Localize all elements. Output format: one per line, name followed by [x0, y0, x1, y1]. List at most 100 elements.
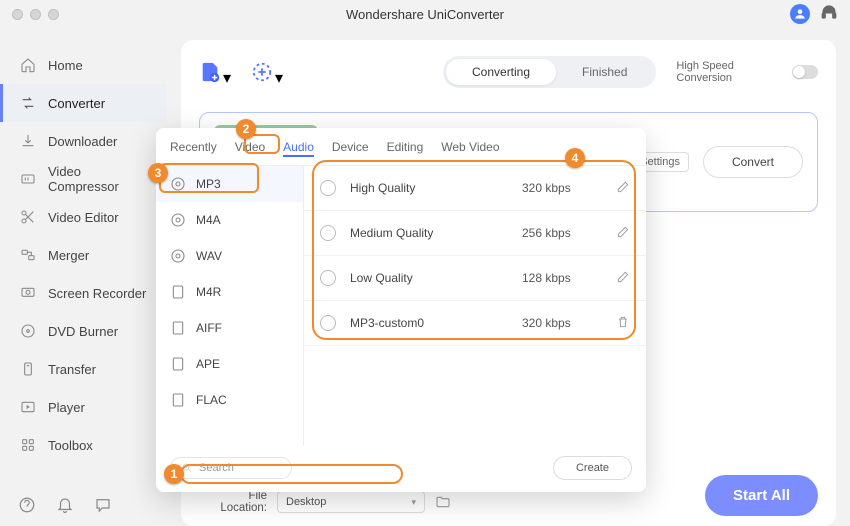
format-aiff[interactable]: AIFF: [156, 310, 303, 346]
quality-rate: 320 kbps: [522, 181, 602, 195]
start-all-button[interactable]: Start All: [705, 475, 818, 516]
bell-icon[interactable]: [56, 496, 74, 514]
tab-converting[interactable]: Converting: [446, 59, 556, 85]
tab-video[interactable]: Video: [235, 140, 265, 157]
create-button[interactable]: Create: [553, 456, 632, 480]
chevron-down-icon: ▾: [411, 497, 416, 508]
edit-icon[interactable]: [616, 225, 630, 242]
titlebar: Wondershare UniConverter: [0, 0, 850, 28]
convert-button[interactable]: Convert: [703, 146, 803, 178]
sidebar-item-toolbox[interactable]: Toolbox: [0, 426, 167, 464]
support-icon[interactable]: [820, 3, 838, 26]
format-label: M4R: [196, 285, 221, 299]
sidebar-item-screenrecorder[interactable]: Screen Recorder: [0, 274, 167, 312]
tab-finished[interactable]: Finished: [556, 59, 653, 85]
scissors-icon: [20, 209, 36, 225]
add-file-button[interactable]: ▾: [199, 61, 231, 83]
annotation-marker-1: 1: [164, 464, 184, 484]
sidebar-item-label: Toolbox: [48, 438, 93, 453]
status-segmented: Converting Finished: [443, 56, 656, 88]
audio-icon: [170, 176, 186, 192]
radio-icon: [320, 180, 336, 196]
file-location-value: Desktop: [286, 496, 326, 508]
play-icon: [20, 399, 36, 415]
format-m4a[interactable]: M4A: [156, 202, 303, 238]
sidebar-item-home[interactable]: Home: [0, 46, 167, 84]
quality-rate: 320 kbps: [522, 316, 602, 330]
format-wav[interactable]: WAV: [156, 238, 303, 274]
sidebar-item-label: Screen Recorder: [48, 286, 146, 301]
tab-recently[interactable]: Recently: [170, 140, 217, 157]
transfer-icon: [20, 361, 36, 377]
format-label: AIFF: [196, 321, 222, 335]
format-m4r[interactable]: M4R: [156, 274, 303, 310]
chevron-down-icon: ▾: [223, 68, 231, 76]
minimize-window[interactable]: [30, 9, 41, 20]
radio-icon: [320, 225, 336, 241]
app-title: Wondershare UniConverter: [346, 7, 504, 22]
sidebar-item-converter[interactable]: Converter: [0, 84, 167, 122]
format-ape[interactable]: APE: [156, 346, 303, 382]
sidebar-item-merger[interactable]: Merger: [0, 236, 167, 274]
download-icon: [20, 133, 36, 149]
help-icon[interactable]: [18, 496, 36, 514]
feedback-icon[interactable]: [94, 496, 112, 514]
search-input[interactable]: Search: [170, 457, 292, 479]
annotation-marker-2: 2: [236, 119, 256, 139]
user-avatar[interactable]: [790, 4, 810, 24]
audio-icon: [170, 212, 186, 228]
sidebar-item-compressor[interactable]: Video Compressor: [0, 160, 167, 198]
quality-custom[interactable]: MP3-custom0 320 kbps: [304, 301, 646, 346]
quality-name: Low Quality: [350, 271, 508, 285]
sidebar-item-editor[interactable]: Video Editor: [0, 198, 167, 236]
close-window[interactable]: [12, 9, 23, 20]
quality-medium[interactable]: Medium Quality 256 kbps: [304, 211, 646, 256]
disc-icon: [20, 323, 36, 339]
grid-icon: [20, 437, 36, 453]
tab-audio[interactable]: Audio: [283, 140, 314, 157]
sidebar-item-label: DVD Burner: [48, 324, 118, 339]
format-label: FLAC: [196, 393, 227, 407]
sidebar-item-label: Downloader: [48, 134, 117, 149]
sidebar-item-label: Merger: [48, 248, 89, 263]
open-folder-icon[interactable]: [435, 494, 451, 510]
add-source-button[interactable]: ▾: [251, 61, 283, 83]
quality-name: High Quality: [350, 181, 508, 195]
radio-icon: [320, 315, 336, 331]
sidebar-item-label: Player: [48, 400, 85, 415]
sidebar-item-transfer[interactable]: Transfer: [0, 350, 167, 388]
search-placeholder: Search: [199, 462, 234, 474]
sidebar-item-label: Video Compressor: [48, 164, 147, 194]
audio-file-icon: [170, 356, 186, 372]
tab-webvideo[interactable]: Web Video: [441, 140, 499, 157]
edit-icon[interactable]: [616, 180, 630, 197]
radio-icon: [320, 270, 336, 286]
edit-icon[interactable]: [616, 270, 630, 287]
high-speed-toggle[interactable]: [792, 65, 818, 79]
maximize-window[interactable]: [48, 9, 59, 20]
sidebar-item-label: Home: [48, 58, 83, 73]
tab-editing[interactable]: Editing: [387, 140, 424, 157]
quality-high[interactable]: High Quality 320 kbps: [304, 166, 646, 211]
audio-file-icon: [170, 392, 186, 408]
merger-icon: [20, 247, 36, 263]
delete-icon[interactable]: [616, 315, 630, 332]
high-speed-label: High Speed Conversion: [676, 60, 784, 84]
sidebar-item-player[interactable]: Player: [0, 388, 167, 426]
home-icon: [20, 57, 36, 73]
quality-name: Medium Quality: [350, 226, 508, 240]
settings-label: Settings: [640, 156, 680, 168]
sidebar-item-label: Transfer: [48, 362, 96, 377]
sidebar: Home Converter Downloader Video Compress…: [0, 28, 167, 526]
format-mp3[interactable]: MP3: [156, 166, 303, 202]
sidebar-item-downloader[interactable]: Downloader: [0, 122, 167, 160]
quality-low[interactable]: Low Quality 128 kbps: [304, 256, 646, 301]
tab-device[interactable]: Device: [332, 140, 369, 157]
file-location-select[interactable]: Desktop ▾: [277, 491, 425, 513]
format-label: M4A: [196, 213, 221, 227]
sidebar-item-dvdburner[interactable]: DVD Burner: [0, 312, 167, 350]
format-flac[interactable]: FLAC: [156, 382, 303, 418]
quality-list: High Quality 320 kbps Medium Quality 256…: [304, 166, 646, 446]
file-location-label: File Location:: [199, 490, 267, 514]
quality-rate: 256 kbps: [522, 226, 602, 240]
